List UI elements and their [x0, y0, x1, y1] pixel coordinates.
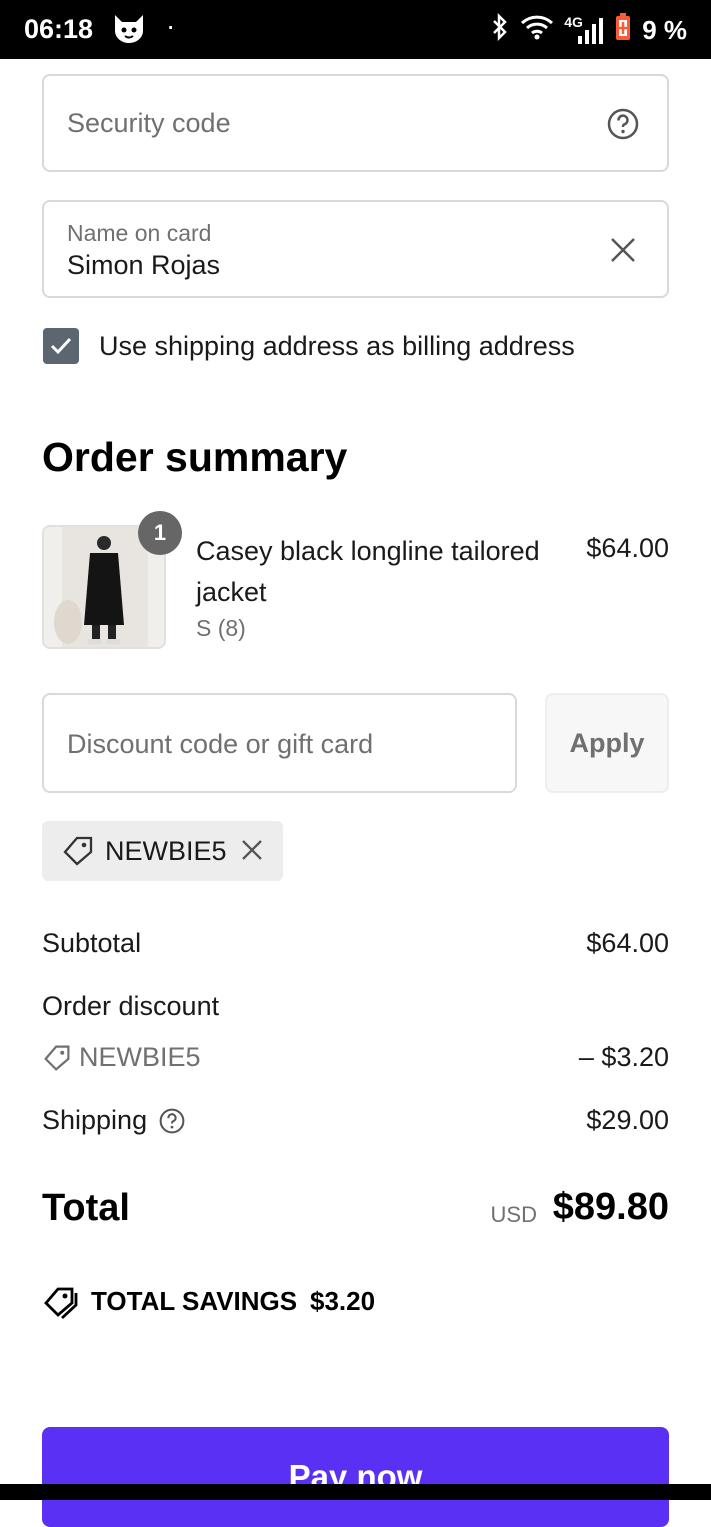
- product-variant: S (8): [196, 615, 246, 641]
- total-value: $89.80: [552, 1186, 669, 1228]
- quantity-badge: 1: [138, 511, 182, 555]
- name-on-card-value[interactable]: Simon Rojas: [67, 250, 220, 281]
- discount-code-label: NEWBIE5: [79, 1042, 201, 1072]
- status-dot: ·: [166, 10, 176, 41]
- discount-value: – $3.20: [578, 1042, 669, 1072]
- applied-discount-chip: NEWBIE5: [42, 821, 283, 881]
- bluetooth-icon: [490, 12, 510, 48]
- total-savings-label: TOTAL SAVINGS: [91, 1286, 298, 1316]
- shipping-value: $29.00: [586, 1105, 669, 1135]
- billing-address-checkbox[interactable]: [43, 328, 79, 364]
- clear-icon[interactable]: [609, 236, 637, 269]
- discount-code-input[interactable]: Discount code or gift card: [42, 693, 517, 793]
- product-name: Casey black longline tailored jacket: [196, 536, 540, 607]
- wifi-icon: [520, 13, 554, 48]
- help-icon[interactable]: [607, 108, 639, 145]
- name-on-card-field[interactable]: Name on card Simon Rojas: [42, 200, 669, 298]
- battery-icon: [614, 12, 632, 49]
- name-on-card-label: Name on card: [67, 220, 212, 246]
- remove-discount-icon[interactable]: [240, 838, 264, 867]
- subtotal-label: Subtotal: [42, 928, 142, 958]
- total-savings-value: $3.20: [310, 1286, 376, 1316]
- savings-tag-icon: [42, 1285, 78, 1324]
- network-type: 4G: [564, 13, 583, 30]
- shipping-label: Shipping: [42, 1105, 148, 1135]
- security-code-placeholder: Security code: [67, 108, 231, 138]
- status-bar: 06:18 · 4G 9 %: [0, 0, 711, 59]
- billing-address-label[interactable]: Use shipping address as billing address: [99, 331, 575, 362]
- cat-notification-icon: [112, 13, 146, 50]
- checkmark-icon: [50, 337, 72, 355]
- applied-discount-code: NEWBIE5: [105, 836, 227, 866]
- help-icon[interactable]: [159, 1108, 185, 1139]
- tag-icon: [62, 835, 94, 872]
- status-icons: 4G 9 %: [490, 12, 687, 49]
- discount-code-placeholder: Discount code or gift card: [67, 729, 374, 759]
- order-summary-title: Order summary: [42, 434, 348, 480]
- tag-icon: [43, 1044, 71, 1077]
- cellular-signal-icon: 4G: [564, 13, 604, 46]
- subtotal-value: $64.00: [586, 928, 669, 958]
- security-code-field[interactable]: Security code: [42, 74, 669, 172]
- apply-button[interactable]: Apply: [545, 693, 669, 793]
- total-label: Total: [42, 1187, 130, 1229]
- product-price: $64.00: [586, 533, 669, 563]
- order-discount-label: Order discount: [42, 991, 220, 1021]
- battery-percent: 9 %: [642, 15, 687, 45]
- status-time: 06:18: [24, 14, 94, 44]
- navigation-bar: [0, 1484, 711, 1500]
- currency-code: USD: [490, 1202, 537, 1227]
- pay-now-button[interactable]: Pay now: [42, 1427, 669, 1527]
